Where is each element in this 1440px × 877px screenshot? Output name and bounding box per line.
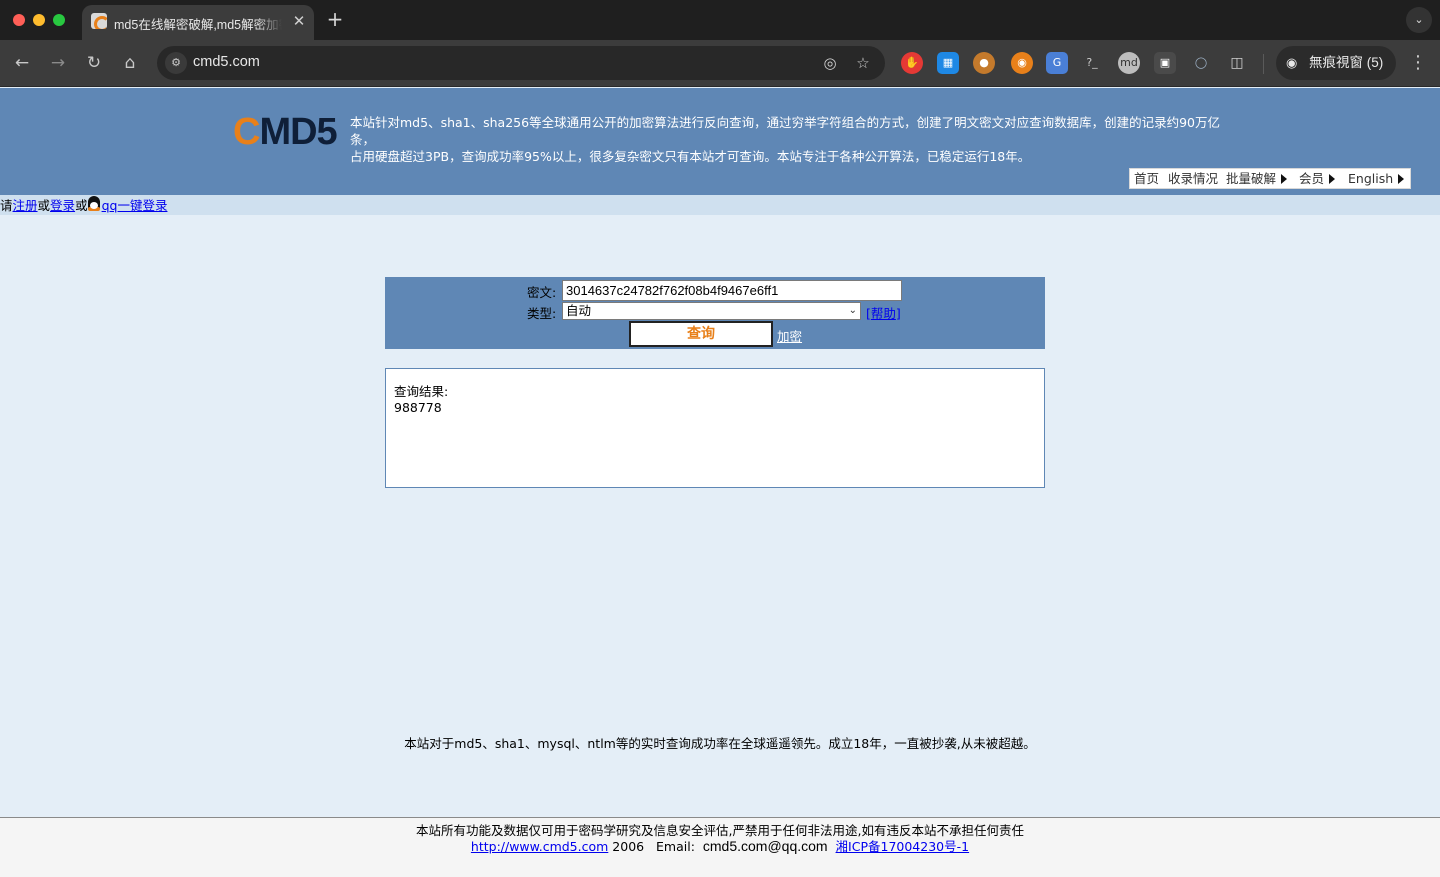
logo-c: C (233, 111, 260, 153)
login-link[interactable]: 登录 (50, 198, 75, 213)
menu-item-home[interactable]: 首页 (1134, 169, 1159, 188)
incognito-indicator[interactable]: ◉ 無痕視窗 (5) (1276, 46, 1396, 80)
footer-year: 2006 (612, 839, 645, 854)
cmd5-logo[interactable]: CMD5 (233, 111, 338, 153)
cipher-label: 密文: (527, 285, 557, 300)
query-button[interactable]: 查询 (629, 321, 773, 347)
triangle-right-icon (1398, 174, 1405, 184)
login-prefix: 请 (0, 198, 13, 213)
result-value: 988778 (394, 400, 442, 415)
type-select-value: 自动 (566, 303, 592, 318)
minimize-window-button[interactable] (33, 14, 45, 26)
forward-icon[interactable]: → (46, 51, 70, 75)
qq-penguin-icon[interactable] (87, 196, 100, 211)
icp-link[interactable]: 湘ICP备17004230号-1 (836, 839, 970, 854)
site-intro: 本站针对md5、sha1、sha256等全球通用公开的加密算法进行反向查询，通过… (350, 114, 1220, 165)
browser-tab-strip: md5在线解密破解,md5解密加密 ✕ + ⌄ (0, 0, 1440, 40)
footer-email: cmd5.com@qq.com (702, 838, 828, 854)
or-text: 或 (37, 198, 51, 213)
eye-off-icon[interactable]: ◎ (819, 52, 841, 74)
menu-item-records[interactable]: 收录情况 (1168, 169, 1218, 188)
site-info-icon[interactable]: ⚙ (165, 52, 187, 74)
cmd5-favicon-icon (91, 13, 107, 29)
back-icon[interactable]: ← (10, 51, 34, 75)
extension-google-translate-icon[interactable]: G (1046, 52, 1068, 74)
email-label: Email: (656, 839, 695, 854)
more-menu-icon[interactable]: ⋮ (1408, 52, 1428, 74)
intro-line-2: 占用硬盘超过3PB，查询成功率95%以上，很多复杂密文只有本站才可查询。本站专注… (350, 149, 1031, 164)
menu-item-english[interactable]: English (1348, 169, 1405, 188)
site-url-link[interactable]: http://www.cmd5.com (471, 839, 608, 854)
footer-links: http://www.cmd5.com 2006 Email: cmd5.com… (0, 836, 1440, 855)
menu-item-member-label: 会员 (1299, 171, 1325, 186)
menu-item-member[interactable]: 会员 (1299, 169, 1336, 188)
menu-item-batch[interactable]: 批量破解 (1226, 169, 1288, 188)
extension-mouse-icon[interactable]: ◯ (1190, 52, 1212, 74)
query-form: 密文: 类型: 自动 ⌄ [帮助] 查询 加密 (385, 277, 1045, 349)
browser-toolbar: ← → ↻ ⌂ ⚙ cmd5.com ◎ ☆ ✋ ▦ ● ◉ G ?_ md ▣… (0, 40, 1440, 87)
register-link[interactable]: 注册 (13, 198, 38, 213)
browser-tab-active[interactable]: md5在线解密破解,md5解密加密 ✕ (82, 5, 314, 40)
triangle-right-icon (1281, 174, 1288, 184)
incognito-icon: ◉ (1286, 55, 1298, 70)
extension-gamepad-icon[interactable]: ▣ (1154, 52, 1176, 74)
help-link[interactable]: [帮助] (866, 303, 901, 322)
address-bar[interactable]: ⚙ cmd5.com ◎ ☆ (157, 46, 885, 80)
maximize-window-button[interactable] (53, 14, 65, 26)
cipher-input[interactable] (562, 280, 902, 301)
extension-cookie-icon[interactable]: ● (973, 52, 995, 74)
extension-adblock-icon[interactable]: ✋ (901, 52, 923, 74)
type-label: 类型: (527, 306, 557, 321)
menu-item-english-label: English (1348, 171, 1394, 186)
star-icon[interactable]: ☆ (852, 52, 874, 74)
extension-terminal-icon[interactable]: ?_ (1081, 52, 1103, 74)
menu-item-batch-label: 批量破解 (1226, 171, 1277, 186)
qq-login-link[interactable]: qq一键登录 (102, 198, 168, 213)
reload-icon[interactable]: ↻ (82, 51, 106, 75)
home-icon[interactable]: ⌂ (118, 51, 142, 75)
incognito-label: 無痕視窗 (5) (1309, 55, 1384, 70)
intro-line-1: 本站针对md5、sha1、sha256等全球通用公开的加密算法进行反向查询，通过… (350, 115, 1220, 147)
tab-search-button[interactable]: ⌄ (1406, 7, 1432, 33)
extension-translate-badge-icon[interactable]: ◉ (1011, 52, 1033, 74)
bracket-close: ] (895, 306, 901, 321)
extension-md-icon[interactable]: md (1118, 52, 1140, 74)
result-panel: 查询结果: 988778 (385, 368, 1045, 488)
new-tab-button[interactable]: + (324, 8, 346, 30)
extensions-puzzle-icon[interactable]: ◫ (1226, 52, 1248, 74)
help-link-text: 帮助 (870, 306, 896, 321)
tab-close-icon[interactable]: ✕ (290, 12, 308, 30)
login-bar: 请注册或登录或 qq一键登录 (0, 195, 1440, 215)
main-menu: 首页 收录情况 批量破解 会员 English (1129, 168, 1411, 189)
triangle-right-icon (1329, 174, 1336, 184)
close-window-button[interactable] (13, 14, 25, 26)
toolbar-divider (1263, 54, 1264, 74)
extension-doc-icon[interactable]: ▦ (937, 52, 959, 74)
encrypt-link[interactable]: 加密 (777, 326, 802, 345)
or-text: 或 (75, 198, 88, 213)
site-footer: 本站所有功能及数据仅可用于密码学研究及信息安全评估,严禁用于任何非法用途,如有违… (0, 817, 1440, 877)
type-select[interactable]: 自动 ⌄ (562, 302, 861, 320)
chevron-down-icon: ⌄ (848, 305, 857, 316)
tab-title: md5在线解密破解,md5解密加密 (114, 18, 282, 32)
result-title: 查询结果: (394, 384, 449, 399)
site-header: CMD5 本站针对md5、sha1、sha256等全球通用公开的加密算法进行反向… (0, 88, 1440, 195)
url-text[interactable]: cmd5.com (193, 54, 260, 70)
site-slogan: 本站对于md5、sha1、mysql、ntlm等的实时查询成功率在全球遥遥领先。… (404, 736, 1036, 751)
logo-md5: MD5 (259, 111, 337, 153)
